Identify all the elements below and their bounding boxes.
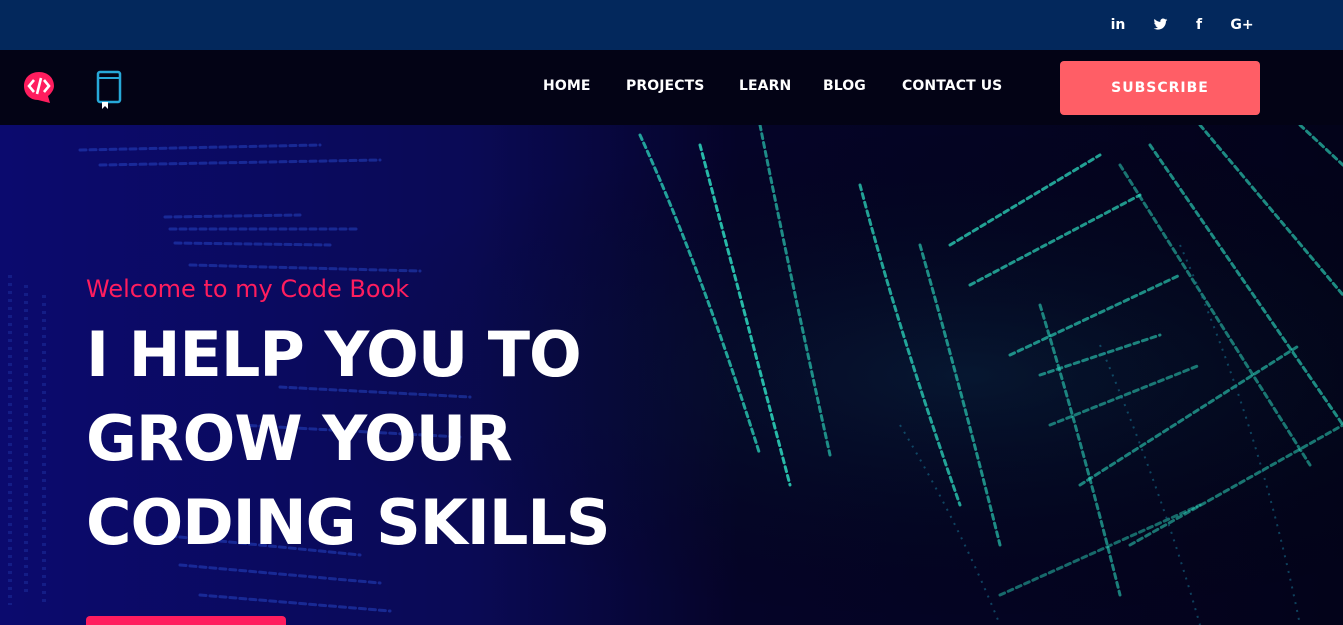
google-plus-label: G+ — [1230, 17, 1254, 33]
top-bar: in f G+ — [0, 0, 1343, 50]
subscribe-button[interactable]: SUBSCRIBE — [1060, 61, 1260, 115]
hero-cta-button[interactable] — [86, 616, 286, 625]
book-icon[interactable] — [96, 70, 124, 110]
hero-headline-line-3: CODING SKILLS — [86, 486, 611, 559]
hero-headline-line-2: GROW YOUR — [86, 402, 513, 475]
nav-blog[interactable]: BLOG — [823, 78, 866, 94]
main-navbar: HOME PROJECTS LEARN BLOG CONTACT US SUBS… — [0, 50, 1343, 125]
twitter-bird-glyph — [1153, 18, 1167, 30]
facebook-label: f — [1195, 17, 1203, 33]
nav-home[interactable]: HOME — [543, 78, 591, 94]
linkedin-label: in — [1110, 17, 1126, 33]
facebook-icon[interactable]: f — [1187, 15, 1211, 35]
nav-projects[interactable]: PROJECTS — [626, 78, 704, 94]
hero-section: Welcome to my Code Book I HELP YOU TO GR… — [0, 125, 1343, 625]
nav-contact-us[interactable]: CONTACT US — [902, 78, 1002, 94]
code-logo-icon[interactable] — [22, 70, 56, 104]
hero-headline: I HELP YOU TO GROW YOUR CODING SKILLS — [86, 313, 611, 565]
linkedin-icon[interactable]: in — [1106, 15, 1130, 35]
twitter-icon[interactable] — [1148, 15, 1172, 35]
hero-welcome-text: Welcome to my Code Book — [86, 275, 410, 303]
nav-learn[interactable]: LEARN — [739, 78, 791, 94]
google-plus-icon[interactable]: G+ — [1230, 15, 1254, 35]
hero-headline-line-1: I HELP YOU TO — [86, 318, 582, 391]
